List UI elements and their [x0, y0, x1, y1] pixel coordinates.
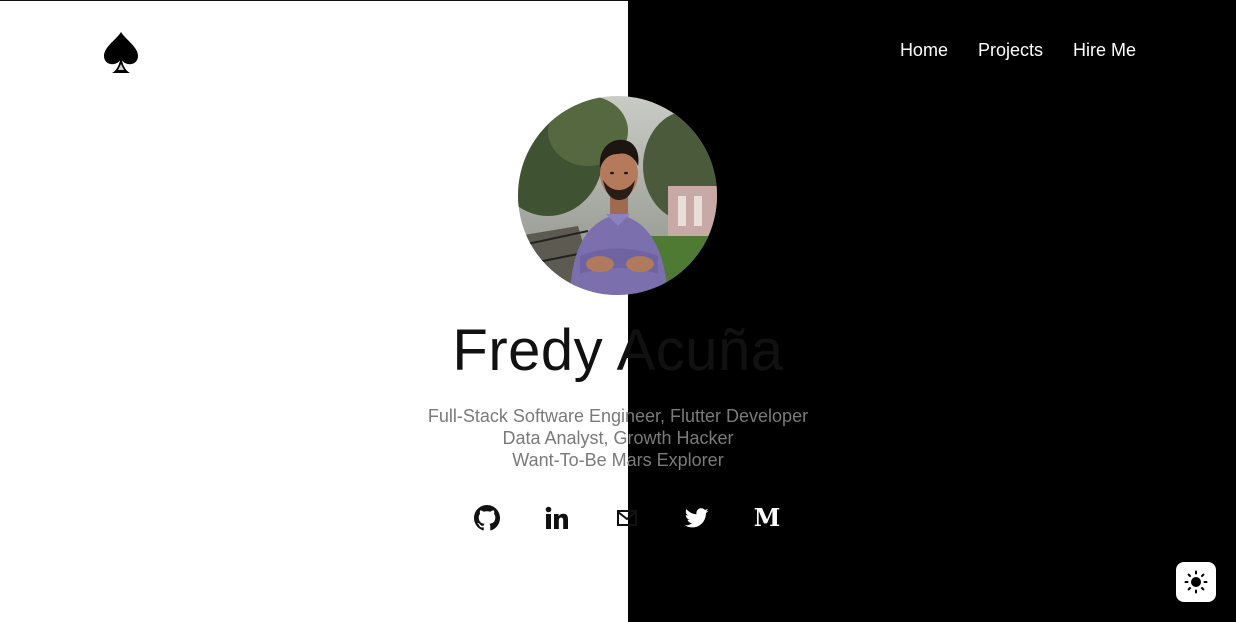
- role-line-2: Data Analyst, Growth Hacker: [502, 428, 734, 448]
- github-icon[interactable]: [471, 502, 503, 534]
- nav-hire-me[interactable]: Hire Me: [1073, 38, 1136, 62]
- social-links: M: [470, 502, 780, 534]
- hero-name: Fredy Acuña: [0, 316, 1236, 386]
- role-line-3: Want-To-Be Mars Explorer: [512, 450, 724, 470]
- twitter-icon[interactable]: [681, 502, 713, 534]
- svg-text:M: M: [754, 506, 780, 530]
- logo-spade-icon[interactable]: [101, 30, 141, 76]
- role-line-1: Full-Stack Software Engineer, Flutter De…: [427, 406, 809, 426]
- theme-toggle-button[interactable]: [1176, 562, 1216, 602]
- nav-home[interactable]: Home: [900, 38, 948, 62]
- avatar: [518, 96, 717, 295]
- nav-projects[interactable]: Projects: [978, 38, 1043, 62]
- sun-icon: [1184, 570, 1208, 594]
- medium-icon[interactable]: M: [751, 502, 783, 534]
- hero-roles: Full-Stack Software Engineer, Flutter De…: [0, 405, 1236, 471]
- email-icon[interactable]: [611, 502, 643, 534]
- hero-name-text: Fredy Acuña: [452, 318, 784, 383]
- main-nav: Home Projects Hire Me: [900, 38, 1136, 62]
- linkedin-icon[interactable]: [541, 502, 573, 534]
